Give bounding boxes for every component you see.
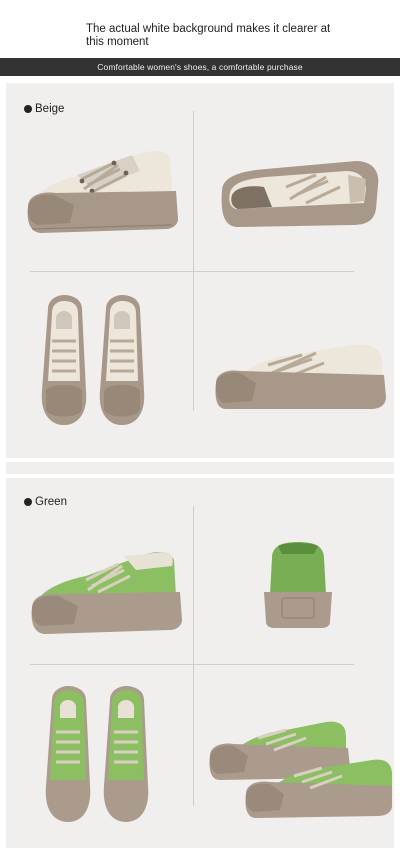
green-shoe-top-pair-image [45, 686, 149, 822]
bullet-icon [24, 105, 32, 113]
divider-vertical [193, 506, 194, 806]
page-caption: The actual white background makes it cle… [86, 23, 331, 48]
color-label-green: Green [24, 496, 67, 508]
color-label-beige: Beige [24, 103, 64, 115]
color-label-text: Green [35, 496, 67, 508]
green-product-panel: Green [6, 478, 394, 848]
divider-horizontal [30, 271, 354, 272]
color-label-text: Beige [35, 103, 65, 115]
beige-shoe-front-angle-image [215, 344, 386, 409]
green-shoe-side-image [31, 552, 183, 634]
green-shoe-back-image [264, 542, 332, 628]
divider-vertical [193, 111, 194, 411]
tagline-banner: Comfortable women's shoes, a comfortable… [0, 58, 400, 76]
green-shoe-pair-angle-image [209, 721, 392, 818]
beige-shoe-back-angle-image [221, 161, 379, 227]
bullet-icon [24, 498, 32, 506]
divider-horizontal [30, 664, 354, 665]
beige-shoe-side-image [27, 151, 179, 233]
section-separator [6, 462, 394, 474]
beige-shoe-top-pair-image [41, 295, 145, 425]
beige-product-panel: Beige [6, 83, 394, 458]
